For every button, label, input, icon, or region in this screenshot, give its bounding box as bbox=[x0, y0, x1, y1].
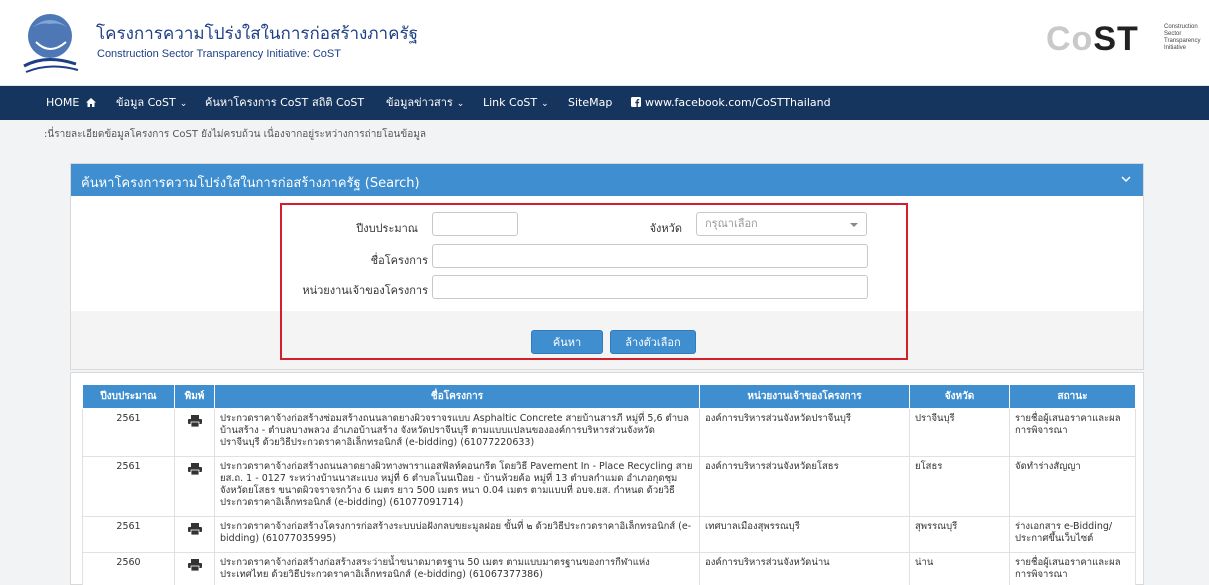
nav-cost-info[interactable]: ข้อมูล CoST ⌄ bbox=[116, 86, 187, 120]
chevron-down-icon: ⌄ bbox=[541, 99, 549, 109]
column-header[interactable]: หน่วยงานเจ้าของโครงการ bbox=[699, 384, 910, 409]
column-header: พิมพ์ bbox=[174, 384, 215, 409]
highlight-box bbox=[280, 203, 908, 360]
cell-year: 2560 bbox=[82, 552, 175, 585]
home-icon bbox=[85, 98, 96, 107]
printer-icon[interactable] bbox=[187, 463, 202, 475]
cell-year: 2561 bbox=[82, 456, 175, 517]
cell-project-name[interactable]: ประกวดราคาจ้างก่อสร้างซ่อมสร้างถนนลาดยาง… bbox=[214, 408, 700, 457]
nav-facebook[interactable]: www.facebook.com/CoSTThailand bbox=[631, 86, 831, 120]
cell-province: น่าน bbox=[909, 552, 1010, 585]
department-logo[interactable] bbox=[16, 8, 92, 78]
cell-agency: เทศบาลเมืองสุพรรณบุรี bbox=[699, 516, 910, 553]
site-header: โครงการความโปร่งใสในการก่อสร้างภาครัฐ Co… bbox=[0, 0, 1209, 86]
chevron-down-icon: ⌄ bbox=[456, 99, 465, 109]
print-cell[interactable] bbox=[174, 552, 215, 585]
cell-status: ร่างเอกสาร e-Bidding/ประกาศขึ้นเว็บไซต์ bbox=[1009, 516, 1136, 553]
nav-statistics[interactable]: สถิติ CoST bbox=[312, 86, 364, 120]
site-title: โครงการความโปร่งใสในการก่อสร้างภาครัฐ bbox=[96, 24, 418, 44]
cell-agency: องค์การบริหารส่วนจังหวัดยโสธร bbox=[699, 456, 910, 517]
column-header[interactable]: ชื่อโครงการ bbox=[214, 384, 700, 409]
cell-status: รายชื่อผู้เสนอราคาและผลการพิจารณา bbox=[1009, 408, 1136, 457]
cell-year: 2561 bbox=[82, 516, 175, 553]
cost-logo[interactable]: CoST Construction Sector Transparency In… bbox=[1046, 18, 1206, 64]
table-row[interactable]: 2561 ประกวดราคาจ้างก่อสร้างซ่อมสร้างถนนล… bbox=[82, 408, 1136, 457]
main-navbar: HOME ข้อมูล CoST ⌄ ค้นหาโครงการ CoST สถิต… bbox=[0, 86, 1209, 120]
column-header[interactable]: สถานะ bbox=[1009, 384, 1136, 409]
nav-sitemap[interactable]: SiteMap bbox=[568, 86, 612, 120]
cell-status: จัดทำร่างสัญญา bbox=[1009, 456, 1136, 517]
search-panel-header[interactable]: ค้นหาโครงการความโปร่งใสในการก่อสร้างภาคร… bbox=[71, 164, 1143, 196]
cell-project-name[interactable]: ประกวดราคาจ้างก่อสร้างถนนลาดยางผิวทางพาร… bbox=[214, 456, 700, 517]
column-header[interactable]: ปีงบประมาณ bbox=[82, 384, 175, 409]
chevron-down-icon: ⌄ bbox=[179, 99, 188, 109]
cell-project-name[interactable]: ประกวดราคาจ้างก่อสร้างก่อสร้างสระว่ายน้ำ… bbox=[214, 552, 700, 585]
print-cell[interactable] bbox=[174, 456, 215, 517]
print-cell[interactable] bbox=[174, 516, 215, 553]
printer-icon[interactable] bbox=[187, 559, 202, 571]
cell-agency: องค์การบริหารส่วนจังหวัดปราจีนบุรี bbox=[699, 408, 910, 457]
nav-search-projects[interactable]: ค้นหาโครงการ CoST bbox=[205, 86, 308, 120]
print-cell[interactable] bbox=[174, 408, 215, 457]
data-notice: :นี่รายละเอียดข้อมูลโครงการ CoST ยังไม่ค… bbox=[44, 129, 426, 140]
cell-province: ยโสธร bbox=[909, 456, 1010, 517]
results-table: ปีงบประมาณ พิมพ์ ชื่อโครงการ หน่วยงานเจ้… bbox=[82, 384, 1136, 585]
facebook-icon bbox=[631, 97, 641, 107]
search-panel-title: ค้นหาโครงการความโปร่งใสในการก่อสร้างภาคร… bbox=[81, 176, 420, 191]
nav-link-cost[interactable]: Link CoST ⌄ bbox=[483, 86, 549, 120]
printer-icon[interactable] bbox=[187, 523, 202, 535]
chevron-down-icon[interactable] bbox=[1119, 172, 1133, 186]
printer-icon[interactable] bbox=[187, 415, 202, 427]
cell-status: รายชื่อผู้เสนอราคาและผลการพิจารณา bbox=[1009, 552, 1136, 585]
cell-agency: องค์การบริหารส่วนจังหวัดน่าน bbox=[699, 552, 910, 585]
nav-home[interactable]: HOME bbox=[46, 86, 96, 120]
cell-project-name[interactable]: ประกวดราคาจ้างก่อสร้างโครงการก่อสร้างระบ… bbox=[214, 516, 700, 553]
table-row[interactable]: 2561 ประกวดราคาจ้างก่อสร้างถนนลาดยางผิวท… bbox=[82, 456, 1136, 517]
site-subtitle: Construction Sector Transparency Initiat… bbox=[97, 48, 341, 60]
nav-news[interactable]: ข้อมูลข่าวสาร ⌄ bbox=[386, 86, 464, 120]
cell-year: 2561 bbox=[82, 408, 175, 457]
table-header-row: ปีงบประมาณ พิมพ์ ชื่อโครงการ หน่วยงานเจ้… bbox=[82, 384, 1136, 409]
results-panel: ปีงบประมาณ พิมพ์ ชื่อโครงการ หน่วยงานเจ้… bbox=[70, 372, 1144, 585]
table-row[interactable]: 2561 ประกวดราคาจ้างก่อสร้างโครงการก่อสร้… bbox=[82, 516, 1136, 553]
table-row[interactable]: 2560 ประกวดราคาจ้างก่อสร้างก่อสร้างสระว่… bbox=[82, 552, 1136, 585]
cell-province: สุพรรณบุรี bbox=[909, 516, 1010, 553]
column-header[interactable]: จังหวัด bbox=[909, 384, 1010, 409]
cell-province: ปราจีนบุรี bbox=[909, 408, 1010, 457]
